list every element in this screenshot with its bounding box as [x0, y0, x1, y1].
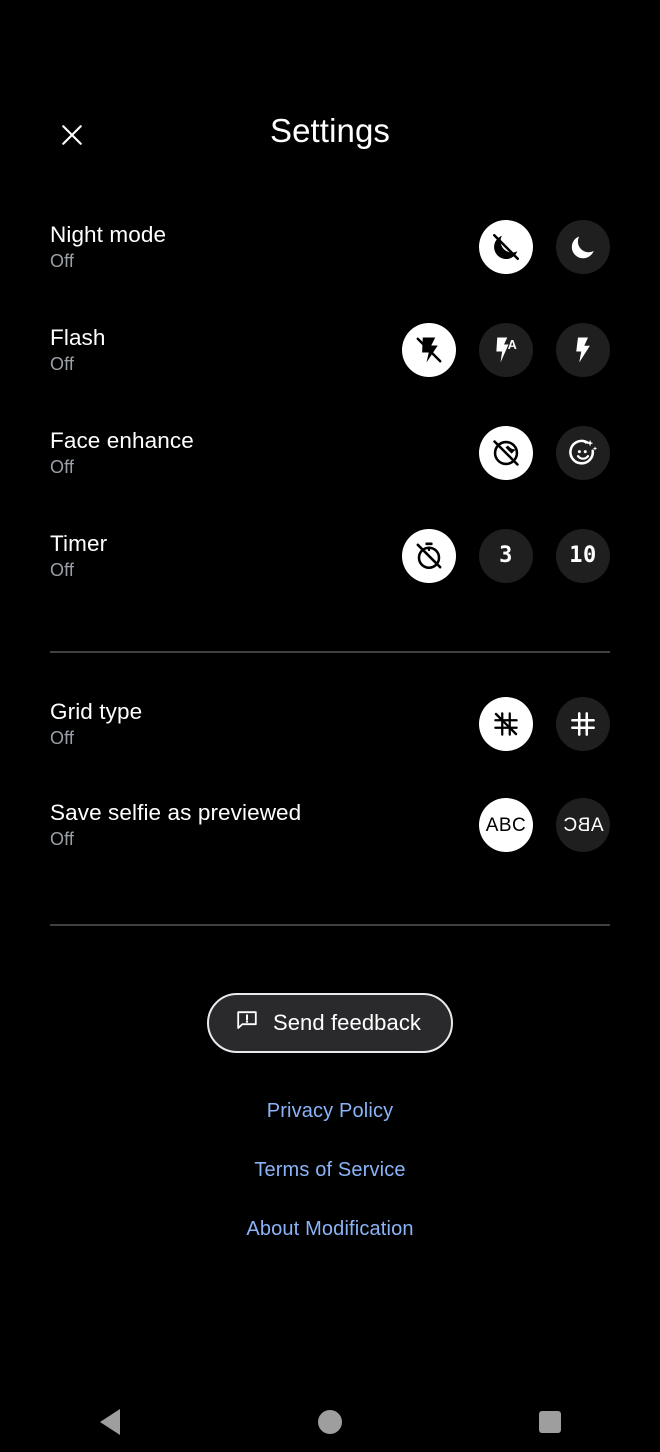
setting-value-flash: Off — [50, 354, 74, 375]
nav-recents-button[interactable] — [515, 1392, 585, 1452]
page-title: Settings — [269, 112, 391, 149]
option-grid-off[interactable] — [479, 697, 533, 751]
row-text: Flash Off — [50, 325, 106, 375]
feedback-icon — [235, 1008, 259, 1038]
home-icon — [318, 1410, 342, 1434]
setting-row-save-selfie: Save selfie as previewed Off ABC ABC — [0, 787, 660, 863]
setting-value-night-mode: Off — [50, 251, 74, 272]
settings-footer: Send feedback Privacy Policy Terms of Se… — [0, 926, 660, 1259]
recents-icon — [539, 1411, 561, 1433]
option-selfie-mirrored[interactable]: ABC — [556, 798, 610, 852]
timer-off-icon — [413, 540, 445, 572]
svg-text:A: A — [508, 338, 517, 352]
option-night-mode-on[interactable] — [556, 220, 610, 274]
flash-off-icon — [414, 335, 444, 365]
setting-label-save-selfie: Save selfie as previewed — [50, 800, 302, 826]
option-timer-3[interactable]: 3 — [479, 529, 533, 583]
footer-links: Privacy Policy Terms of Service About Mo… — [0, 1082, 660, 1259]
option-group-flash: A — [402, 323, 610, 377]
row-text: Save selfie as previewed Off — [50, 800, 301, 850]
setting-row-face-enhance: Face enhance Off — [0, 415, 660, 491]
option-face-enhance-on[interactable] — [556, 426, 610, 480]
option-night-mode-off[interactable] — [479, 220, 533, 274]
send-feedback-button[interactable]: Send feedback — [206, 993, 454, 1053]
send-feedback-label: Send feedback — [272, 1010, 422, 1035]
option-timer-10[interactable]: 10 — [556, 529, 610, 583]
moon-icon — [568, 232, 598, 262]
option-group-grid-type — [479, 697, 610, 751]
moon-off-icon — [490, 231, 522, 263]
option-flash-auto[interactable]: A — [479, 323, 533, 377]
setting-row-flash: Flash Off A — [0, 312, 660, 388]
setting-value-save-selfie: Off — [50, 829, 74, 850]
setting-value-face-enhance: Off — [50, 457, 74, 478]
setting-row-timer: Timer Off 3 10 — [0, 518, 660, 594]
link-terms-of-service[interactable]: Terms of Service — [0, 1141, 660, 1200]
grid-on-icon — [568, 709, 598, 739]
row-text: Night mode Off — [50, 222, 166, 272]
link-about-modification[interactable]: About Modification — [0, 1200, 660, 1259]
section-divider-1 — [50, 651, 610, 653]
back-icon — [100, 1409, 120, 1435]
option-group-save-selfie: ABC ABC — [479, 798, 610, 852]
option-timer-10-label: 10 — [569, 543, 597, 568]
setting-label-face-enhance: Face enhance — [50, 428, 194, 454]
setting-label-grid-type: Grid type — [50, 699, 143, 725]
face-retouch-on-icon — [567, 437, 599, 469]
option-face-enhance-off[interactable] — [479, 426, 533, 480]
android-navigation-bar — [0, 1392, 660, 1452]
settings-group-camera: Night mode Off Flash Off A Face enhance … — [0, 209, 660, 594]
option-timer-3-label: 3 — [499, 543, 513, 568]
option-selfie-normal[interactable]: ABC — [479, 798, 533, 852]
setting-row-night-mode: Night mode Off — [0, 209, 660, 285]
setting-value-timer: Off — [50, 560, 74, 581]
nav-back-button[interactable] — [75, 1392, 145, 1452]
option-flash-off[interactable] — [402, 323, 456, 377]
flash-auto-icon: A — [491, 335, 521, 365]
option-selfie-normal-label: ABC — [485, 814, 527, 836]
row-text: Face enhance Off — [50, 428, 194, 478]
row-text: Timer Off — [50, 531, 107, 581]
setting-row-grid-type: Grid type Off — [0, 686, 660, 762]
setting-label-night-mode: Night mode — [50, 222, 167, 248]
settings-header: Settings — [0, 0, 660, 160]
link-privacy-policy[interactable]: Privacy Policy — [0, 1082, 660, 1141]
row-text: Grid type Off — [50, 699, 142, 749]
face-retouch-off-icon — [490, 437, 522, 469]
nav-home-button[interactable] — [295, 1392, 365, 1452]
setting-label-flash: Flash — [50, 325, 106, 351]
option-grid-on[interactable] — [556, 697, 610, 751]
setting-label-timer: Timer — [50, 531, 108, 557]
setting-value-grid-type: Off — [50, 728, 74, 749]
flash-on-icon — [568, 335, 598, 365]
option-group-timer: 3 10 — [402, 529, 610, 583]
option-timer-off[interactable] — [402, 529, 456, 583]
grid-off-icon — [491, 709, 521, 739]
option-group-night-mode — [479, 220, 610, 274]
settings-group-general: Grid type Off Save selfie as previewed O… — [0, 686, 660, 863]
option-group-face-enhance — [479, 426, 610, 480]
option-selfie-mirrored-label: ABC — [562, 814, 604, 836]
option-flash-on[interactable] — [556, 323, 610, 377]
